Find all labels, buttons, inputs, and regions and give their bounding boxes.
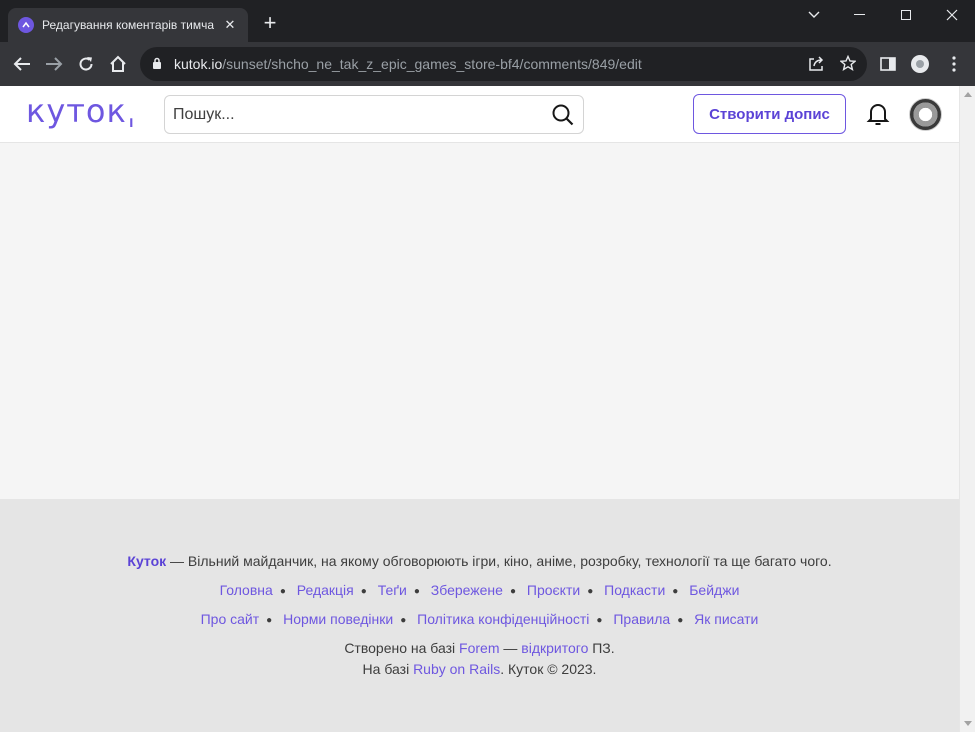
footer-built-suffix: ПЗ. (588, 640, 615, 656)
footer-separator: ● (400, 615, 407, 626)
footer-separator: ● (509, 586, 516, 597)
footer-about: Куток — Вільний майданчик, на якому обго… (0, 553, 959, 569)
search-input[interactable] (173, 104, 533, 126)
footer-link-editorial[interactable]: Редакція (297, 582, 354, 598)
footer-nav-primary: Головна ● Редакція ● Теґи ● Збережене ● Проє… (0, 582, 959, 598)
tab-close-icon[interactable]: ✕ (222, 17, 238, 33)
search-box[interactable] (164, 95, 584, 134)
footer-separator: ● (587, 586, 594, 597)
footer-separator: ● (266, 615, 273, 626)
footer-link-projects[interactable]: Проєкти (527, 582, 580, 598)
footer-nav-secondary: Про сайт ● Норми поведінки ● Політика конф… (0, 611, 959, 627)
scroll-up-arrow-icon[interactable] (964, 92, 972, 97)
browser-toolbar: kutok.io/sunset/shcho_ne_tak_z_epic_game… (0, 42, 975, 86)
minimize-icon[interactable] (837, 0, 883, 30)
create-post-button[interactable]: Створити допис (693, 94, 846, 134)
site-header: кутокˌ Створити допис (0, 86, 959, 143)
user-avatar[interactable] (909, 98, 942, 131)
back-arrow-icon[interactable] (10, 52, 34, 76)
footer-link-podcasts[interactable]: Подкасти (604, 582, 665, 598)
reload-icon[interactable] (74, 52, 98, 76)
footer-separator: ● (596, 615, 603, 626)
footer-link-how-to-write[interactable]: Як писати (694, 611, 758, 627)
site-footer: Куток — Вільний майданчик, на якому обго… (0, 499, 959, 732)
scroll-down-arrow-icon[interactable] (964, 721, 972, 726)
extensions-icon[interactable] (908, 52, 932, 76)
footer-link-saved[interactable]: Збережене (431, 582, 503, 598)
footer-rails-prefix: На базі (362, 661, 414, 677)
browser-tabbar: Редагування коментарів тимчасово ✕ + (0, 0, 975, 42)
share-icon[interactable] (808, 56, 824, 77)
footer-about-text: — Вільний майданчик, на якому обговорюют… (166, 553, 832, 569)
address-bar[interactable]: kutok.io/sunset/shcho_ne_tak_z_epic_game… (140, 47, 867, 81)
footer-link-forem[interactable]: Forem (459, 640, 499, 656)
footer-link-open-source[interactable]: відкритого (521, 640, 588, 656)
maximize-icon[interactable] (883, 0, 929, 30)
footer-copyright: . Куток © 2023. (500, 661, 597, 677)
web-page: кутокˌ Створити допис Куток — Вільний ма… (0, 86, 959, 732)
footer-separator: ● (279, 586, 286, 597)
footer-powered-by: На базі Ruby on Rails. Куток © 2023. (0, 661, 959, 677)
footer-built-dash: — (499, 640, 522, 656)
new-tab-button[interactable]: + (258, 12, 282, 36)
url-text: kutok.io/sunset/shcho_ne_tak_z_epic_game… (174, 56, 642, 72)
footer-link-about[interactable]: Про сайт (201, 611, 260, 627)
page-scrollbar[interactable] (959, 86, 975, 732)
footer-separator: ● (360, 586, 367, 597)
footer-link-code-of-conduct[interactable]: Норми поведінки (283, 611, 393, 627)
footer-link-privacy[interactable]: Політика конфіденційності (417, 611, 589, 627)
tab-search-chevron-icon[interactable] (791, 0, 837, 30)
footer-link-badges[interactable]: Бейджи (689, 582, 739, 598)
footer-separator: ● (677, 615, 684, 626)
footer-separator: ● (413, 586, 420, 597)
lock-icon[interactable] (152, 57, 162, 75)
bookmark-star-icon[interactable] (839, 54, 857, 76)
search-icon[interactable] (551, 103, 575, 127)
close-window-icon[interactable] (929, 0, 975, 30)
footer-built-prefix: Створено на базі (344, 640, 460, 656)
footer-separator: ● (672, 586, 679, 597)
browser-tab[interactable]: Редагування коментарів тимчасово ✕ (8, 8, 248, 42)
site-logo[interactable]: кутокˌ (26, 92, 137, 130)
tab-title: Редагування коментарів тимчасово (42, 18, 214, 32)
notifications-bell-icon[interactable] (864, 100, 892, 128)
browser-menu-icon[interactable] (942, 52, 966, 76)
forward-arrow-icon[interactable] (42, 52, 66, 76)
footer-brand-link[interactable]: Куток (127, 553, 166, 569)
footer-link-home[interactable]: Головна (220, 582, 273, 598)
side-panel-icon[interactable] (876, 52, 900, 76)
footer-link-rules[interactable]: Правила (613, 611, 670, 627)
site-favicon-icon (18, 17, 34, 33)
main-content-area (0, 143, 959, 499)
footer-link-tags[interactable]: Теґи (378, 582, 407, 598)
footer-link-rails[interactable]: Ruby on Rails (413, 661, 500, 677)
footer-built-with: Створено на базі Forem — відкритого ПЗ. (0, 640, 959, 656)
home-icon[interactable] (106, 52, 130, 76)
